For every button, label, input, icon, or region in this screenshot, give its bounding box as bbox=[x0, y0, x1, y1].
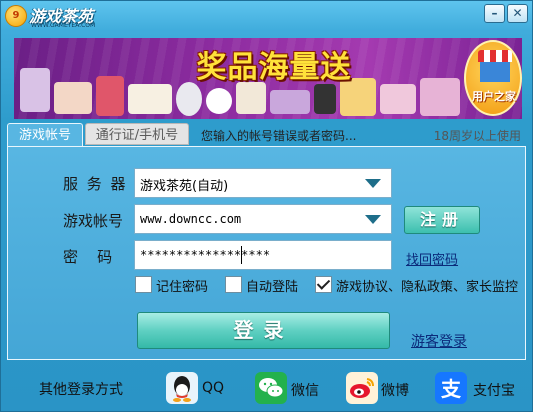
account-label: 游戏帐号 bbox=[63, 212, 124, 230]
password-input[interactable]: ****************** bbox=[134, 240, 392, 270]
server-select[interactable]: 游戏茶苑(自动) bbox=[134, 168, 392, 198]
banner-product-image bbox=[20, 68, 50, 112]
banner-product-image bbox=[176, 82, 202, 116]
remember-password-checkbox[interactable] bbox=[135, 276, 152, 293]
agreement-checkbox[interactable] bbox=[315, 276, 332, 293]
svg-text:支: 支 bbox=[441, 377, 462, 401]
user-home-label: 用户之家 bbox=[472, 90, 516, 103]
alipay-icon[interactable]: 支 bbox=[435, 372, 467, 404]
minimize-button[interactable]: – bbox=[484, 4, 505, 23]
auto-login-checkbox[interactable] bbox=[225, 276, 242, 293]
login-button[interactable]: 登录 bbox=[137, 312, 390, 349]
banner-product-image bbox=[128, 84, 172, 114]
error-message: 您输入的帐号错误或者密码... bbox=[201, 129, 357, 143]
title-bar: 9 游戏茶苑 WWW.GAMETEA.COM – ✕ bbox=[1, 1, 532, 31]
tab-passport-phone[interactable]: 通行证/手机号 bbox=[85, 123, 189, 145]
banner-product-image bbox=[206, 88, 232, 114]
logo-url: WWW.GAMETEA.COM bbox=[31, 22, 96, 29]
recover-password-link[interactable]: 找回密码 bbox=[406, 249, 458, 268]
wechat-icon[interactable] bbox=[255, 372, 287, 404]
shop-awning-icon bbox=[478, 50, 512, 62]
account-input[interactable]: www.downcc.com bbox=[134, 204, 392, 234]
age-notice: 18周岁以上使用 bbox=[433, 129, 521, 143]
logo-badge-icon: 9 bbox=[5, 5, 27, 27]
guest-login-link[interactable]: 游客登录 bbox=[411, 331, 467, 351]
banner-product-image bbox=[270, 90, 310, 114]
register-button[interactable]: 注册 bbox=[404, 206, 480, 234]
banner-product-image bbox=[420, 78, 460, 116]
server-value: 游戏茶苑(自动) bbox=[140, 179, 229, 194]
shop-icon bbox=[480, 62, 510, 82]
banner-product-image bbox=[314, 84, 336, 114]
app-logo: 9 游戏茶苑 WWW.GAMETEA.COM bbox=[5, 3, 125, 31]
banner-product-image bbox=[236, 82, 266, 114]
other-login-label: 其他登录方式 bbox=[39, 382, 123, 398]
tab-game-account[interactable]: 游戏帐号 bbox=[7, 123, 83, 147]
agreement-label[interactable]: 游戏协议、隐私政策、家长监控 bbox=[336, 276, 518, 295]
text-cursor bbox=[241, 246, 242, 264]
alipay-label[interactable]: 支付宝 bbox=[473, 380, 515, 400]
dropdown-arrow-icon[interactable] bbox=[365, 179, 381, 188]
qq-icon[interactable] bbox=[166, 372, 198, 404]
login-window: 9 游戏茶苑 WWW.GAMETEA.COM – ✕ 奖品海量送 用户之家 游戏… bbox=[0, 0, 533, 412]
auto-login-label[interactable]: 自动登陆 bbox=[246, 276, 298, 295]
password-label: 密 码 bbox=[63, 248, 113, 266]
promo-banner[interactable]: 奖品海量送 用户之家 bbox=[14, 38, 522, 119]
banner-product-image bbox=[54, 82, 92, 114]
weibo-icon[interactable] bbox=[346, 372, 378, 404]
dropdown-arrow-icon[interactable] bbox=[365, 215, 381, 224]
banner-title: 奖品海量送 bbox=[196, 50, 352, 85]
banner-product-image bbox=[96, 76, 124, 116]
remember-password-label[interactable]: 记住密码 bbox=[156, 276, 208, 295]
account-value: www.downcc.com bbox=[140, 212, 242, 226]
weibo-label[interactable]: 微博 bbox=[381, 380, 409, 400]
wechat-label[interactable]: 微信 bbox=[291, 380, 319, 400]
password-value: ****************** bbox=[140, 248, 271, 262]
banner-product-image bbox=[380, 84, 416, 114]
user-home-badge[interactable]: 用户之家 bbox=[464, 40, 522, 116]
qq-label[interactable]: QQ bbox=[202, 380, 224, 396]
close-button[interactable]: ✕ bbox=[507, 4, 528, 23]
server-label: 服 务 器 bbox=[63, 175, 128, 193]
